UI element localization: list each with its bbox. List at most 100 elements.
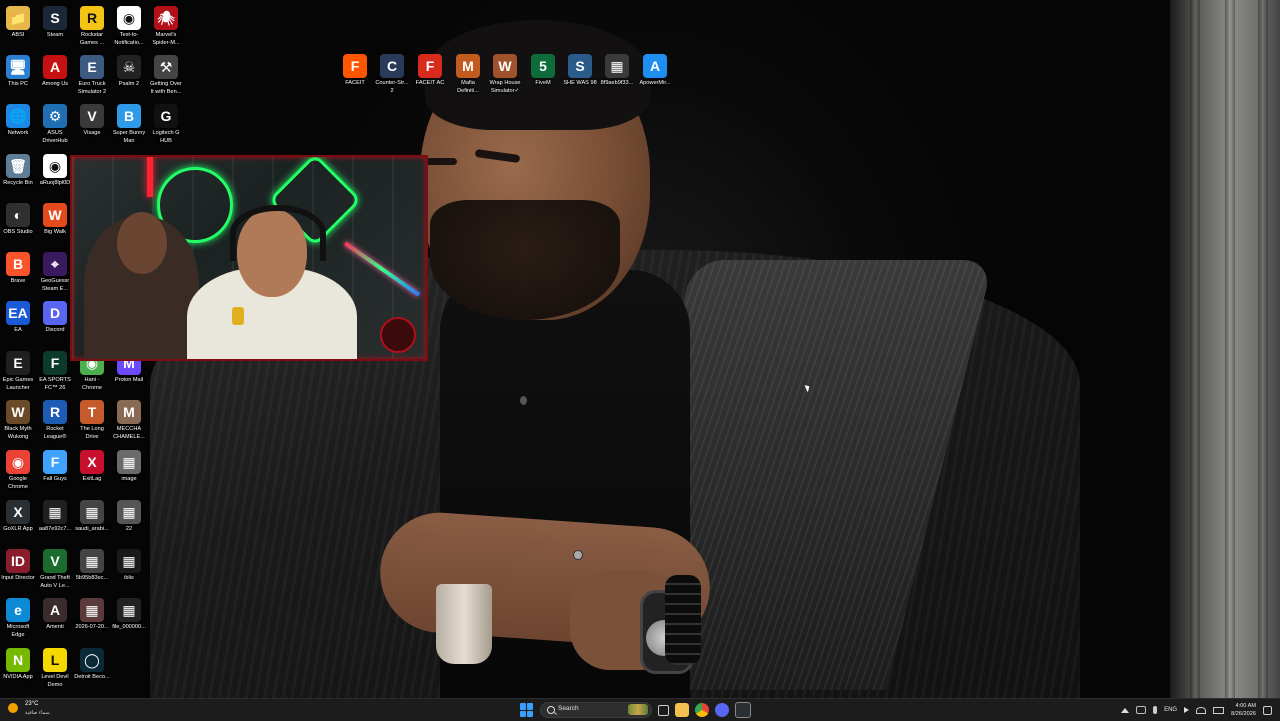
desktop-icon[interactable]: ◉ aRuoj8lpl0D [37, 154, 73, 188]
app-icon: ◉ [6, 450, 30, 474]
desktop-icon[interactable]: ◐ OBS Studio [0, 203, 36, 237]
desktop-icon[interactable]: V Visage [74, 104, 110, 138]
desktop-icon[interactable]: D Discord [37, 301, 73, 335]
desktop-icon[interactable]: ▦ 5b95b83ec... [74, 549, 110, 583]
desktop-icon[interactable]: ▦ aa87e92c7... [37, 500, 73, 534]
notification-icon[interactable] [1263, 705, 1272, 715]
desktop-icon-label: EA [14, 327, 22, 333]
clock-time: 4:00 AM [1235, 703, 1256, 709]
search-box[interactable]: Search [540, 702, 652, 718]
desktop-icon[interactable]: M MECCHA CHAMELE... [111, 400, 147, 441]
file-explorer-icon[interactable] [675, 703, 689, 717]
desktop-icon[interactable]: V Grand Theft Auto V Le... [37, 549, 73, 590]
desktop-icon[interactable]: S Steam [37, 6, 73, 40]
discord-icon[interactable] [715, 703, 729, 717]
desktop-icon[interactable]: 🕷 Marvel's Spider-M... [148, 6, 184, 47]
desktop-icon[interactable]: EA EA [0, 301, 36, 335]
app-icon: F [343, 54, 367, 78]
app-icon: T [80, 400, 104, 424]
desktop-icon[interactable]: ID Input Director [0, 549, 36, 583]
desktop-icon[interactable]: ◉ Google Chrome [0, 450, 36, 491]
desktop-icon[interactable]: E Epic Games Launcher [0, 351, 36, 392]
desktop-icon-label: 8f9aeb9f33... [600, 80, 634, 86]
desktop-icon[interactable]: ☠ Psalm 2 [111, 55, 147, 89]
taskbar-apps: Search [520, 700, 751, 720]
chevron-up-icon[interactable] [1121, 707, 1130, 713]
app-icon: R [43, 400, 67, 424]
desktop-icon[interactable]: R Rocket League® [37, 400, 73, 441]
desktop-icon[interactable]: ◯ Detroit Beco... [74, 648, 110, 682]
desktop-icon[interactable]: F Fall Guys [37, 450, 73, 484]
goxlr-icon[interactable] [735, 702, 751, 718]
desktop-icon[interactable]: ▦ 22 [111, 500, 147, 534]
desktop-icon[interactable]: F FACEIT [337, 54, 373, 88]
desktop-icon[interactable]: ▦ 2026-07-20... [74, 598, 110, 632]
app-icon: S [568, 54, 592, 78]
desktop-icon-label: Black Myth Wukong [4, 426, 32, 440]
mic-icon[interactable] [1153, 706, 1158, 714]
desktop-icon[interactable]: F FACEIT AC [412, 54, 448, 88]
app-icon: V [43, 549, 67, 573]
desktop-icon[interactable]: M Mafia Definiti... [450, 54, 486, 95]
desktop-icon[interactable]: ▦ image [111, 450, 147, 484]
task-view-icon[interactable] [658, 704, 669, 716]
desktop-icon[interactable]: X GoXLR App [0, 500, 36, 534]
desktop-icon[interactable]: L Level Devil Demo [37, 648, 73, 689]
app-icon: 5 [531, 54, 555, 78]
app-icon: A [43, 55, 67, 79]
desktop-icon-label: 2026-07-20... [75, 624, 109, 630]
app-icon: 🖥 [6, 55, 30, 79]
desktop-icon[interactable]: 📁 ABSI [0, 6, 36, 40]
desktop-icon-label: file_000000... [112, 624, 146, 630]
wifi-icon[interactable] [1196, 706, 1207, 714]
desktop-icon[interactable]: W Big Walk [37, 203, 73, 237]
desktop-icon[interactable]: ▦ saudi_arabi... [74, 500, 110, 534]
desktop-icon[interactable]: ▦ file_000000... [111, 598, 147, 632]
desktop-icon[interactable]: E Euro Truck Simulator 2 [74, 55, 110, 96]
desktop-icon[interactable]: A ApowerMir... [637, 54, 673, 88]
desktop-icon[interactable]: ▦ iblis [111, 549, 147, 583]
desktop-icon[interactable]: ⌖ GeoGuessr Steam E... [37, 252, 73, 293]
clock[interactable]: 4:00 AM 8/26/2026 [1231, 702, 1256, 718]
desktop-icon[interactable]: R Rockstar Games ... [74, 6, 110, 47]
desktop-icon[interactable]: C Counter-Str... 2 [374, 54, 410, 95]
search-icon [547, 706, 555, 714]
volume-icon[interactable] [1184, 707, 1190, 713]
desktop-icon[interactable]: G Logitech G HUB [148, 104, 184, 145]
app-icon: ▦ [80, 500, 104, 524]
network-tray-icon[interactable] [1136, 706, 1147, 714]
desktop-icon[interactable]: A Amenti [37, 598, 73, 632]
weather-widget[interactable]: 23°C سماء صافية [8, 701, 78, 719]
desktop-icon[interactable]: W Black Myth Wukong [0, 400, 36, 441]
language-indicator[interactable]: ENG [1164, 707, 1177, 713]
desktop-icon[interactable]: ◉ Text-to-Notificatio... [111, 6, 147, 47]
desktop-icon[interactable]: A Among Us [37, 55, 73, 89]
app-icon: ▦ [117, 450, 141, 474]
desktop-icon[interactable]: X ExitLag [74, 450, 110, 484]
desktop-icon[interactable]: ⚒ Getting Over It with Ben... [148, 55, 184, 96]
desktop-icon[interactable]: W Wrap House Simulator✓ [487, 54, 523, 95]
desktop-icon[interactable]: 🌐 Network [0, 104, 36, 138]
desktop-icon[interactable]: ▦ 8f9aeb9f33... [599, 54, 635, 88]
desktop-icon-label: SHE WAS 98 [563, 80, 597, 86]
desktop-icon[interactable]: ⚙ ASUS DriverHub [37, 104, 73, 145]
desktop-icon[interactable]: e Microsoft Edge [0, 598, 36, 639]
battery-icon[interactable] [1213, 706, 1225, 714]
desktop-icon[interactable]: 🖥 This PC [0, 55, 36, 89]
chrome-icon[interactable] [695, 703, 709, 717]
desktop-icon-label: Super Bunny Man [112, 130, 146, 144]
desktop-icon-label: FACEIT AC [415, 80, 445, 86]
weather-temp: 23°C [25, 701, 39, 707]
desktop-icon-label: aa87e92c7... [38, 526, 72, 532]
desktop-icon[interactable]: 5 FiveM [525, 54, 561, 88]
desktop-icon[interactable]: B Brave [0, 252, 36, 286]
desktop-icon[interactable]: T The Long Drive [74, 400, 110, 441]
desktop-icon-label: ASUS DriverHub [42, 130, 68, 144]
desktop-icon[interactable]: B Super Bunny Man [111, 104, 147, 145]
app-icon: 🌐 [6, 104, 30, 128]
desktop-icon[interactable]: N NVIDIA App [0, 648, 36, 682]
start-button[interactable] [520, 703, 534, 717]
desktop-icon[interactable]: 🗑 Recycle Bin [0, 154, 36, 188]
desktop-icon[interactable]: S SHE WAS 98 [562, 54, 598, 88]
desktop-icon[interactable]: F EA SPORTS FC™ 26 [37, 351, 73, 392]
